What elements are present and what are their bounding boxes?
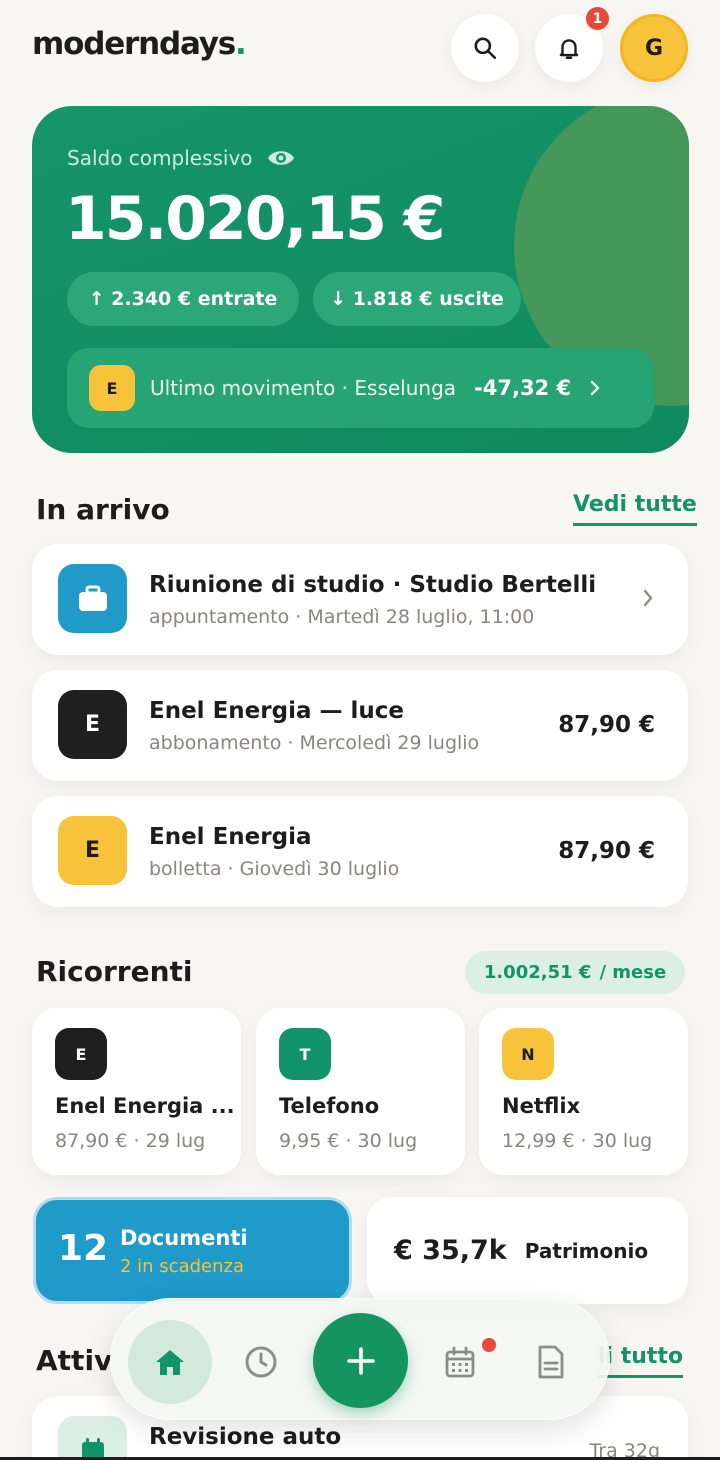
- recurring-card[interactable]: T Telefono 9,95 € · 30 lug: [256, 1008, 465, 1175]
- recurring-card-meta: 9,95 € · 30 lug: [279, 1130, 418, 1152]
- recurring-total-badge[interactable]: 1.002,51 € / mese: [465, 951, 685, 994]
- briefcase-icon: [78, 585, 107, 611]
- nav-history[interactable]: [219, 1320, 303, 1404]
- last-movement-row[interactable]: E Ultimo movimento · Esselunga -47,32 €: [67, 348, 654, 428]
- search-icon: [474, 37, 497, 60]
- networth-tile[interactable]: € 35,7k Patrimonio: [367, 1197, 688, 1304]
- chevron-right-icon: [590, 380, 600, 396]
- upcoming-item[interactable]: E Enel Energia — luce abbonamento · Merc…: [32, 670, 688, 781]
- document-icon: [538, 1345, 564, 1379]
- upcoming-item-subtitle: abbonamento · Mercoledì 29 luglio: [149, 732, 480, 754]
- plus-icon: [346, 1346, 375, 1375]
- last-movement-amount: -47,32 €: [474, 376, 572, 400]
- chevron-right-icon: [643, 589, 653, 607]
- networth-amount: € 35,7k: [394, 1235, 507, 1266]
- upcoming-item-subtitle: appuntamento · Martedì 28 luglio, 11:00: [149, 606, 535, 628]
- bottom-navigation: [110, 1298, 610, 1420]
- calendar-alert-dot: [482, 1338, 496, 1352]
- upcoming-item[interactable]: Riunione di studio · Studio Bertelli app…: [32, 544, 688, 655]
- recurring-card-icon: E: [55, 1028, 107, 1080]
- activity-title: Attiv: [36, 1344, 113, 1377]
- upcoming-item-amount: 87,90 €: [558, 712, 655, 738]
- documents-count: 12: [58, 1228, 109, 1269]
- calendar-icon: [445, 1346, 475, 1378]
- upcoming-item-amount: 87,90 €: [558, 838, 655, 864]
- balance-card: Saldo complessivo 15.020,15 € ↑ 2.340 € …: [32, 106, 689, 453]
- documents-expiring: 2 in scadenza: [120, 1256, 244, 1277]
- home-icon: [156, 1350, 184, 1375]
- balance-amount: 15.020,15 €: [65, 184, 445, 254]
- search-button[interactable]: [451, 14, 519, 82]
- upcoming-title: In arrivo: [36, 493, 170, 526]
- recurring-card[interactable]: N Netflix 12,99 € · 30 lug: [479, 1008, 688, 1175]
- upcoming-item-icon: E: [58, 816, 127, 885]
- nav-documents[interactable]: [509, 1320, 593, 1404]
- nav-add-button[interactable]: [313, 1313, 408, 1408]
- upcoming-item-title: Enel Energia: [149, 824, 312, 850]
- recurring-card-icon: N: [502, 1028, 554, 1080]
- recurring-card[interactable]: E Enel Energia ... 87,90 € · 29 lug: [32, 1008, 241, 1175]
- user-avatar[interactable]: G: [620, 14, 688, 82]
- bell-icon: [559, 39, 579, 59]
- upcoming-item-title: Enel Energia — luce: [149, 698, 404, 724]
- activity-see-all-link[interactable]: li tutto: [598, 1344, 684, 1378]
- last-movement-text: Ultimo movimento · Esselunga: [150, 376, 457, 400]
- recurring-title: Ricorrenti: [36, 955, 193, 988]
- eye-icon[interactable]: [267, 148, 295, 168]
- recurring-card-name: Netflix: [502, 1094, 581, 1118]
- upcoming-item-icon: [58, 564, 127, 633]
- networth-label: Patrimonio: [524, 1238, 649, 1263]
- upcoming-item-title: Riunione di studio · Studio Bertelli: [149, 572, 597, 598]
- recurring-card-meta: 87,90 € · 29 lug: [55, 1130, 206, 1152]
- nav-calendar[interactable]: [418, 1320, 502, 1404]
- notification-badge: 1: [584, 5, 611, 32]
- recurring-card-meta: 12,99 € · 30 lug: [502, 1130, 653, 1152]
- recurring-total-amount: 1.002,51 €: [483, 962, 592, 983]
- merchant-logo: E: [89, 365, 135, 411]
- app-logo: moderndays.: [32, 26, 247, 62]
- upcoming-see-all-link[interactable]: Vedi tutte: [573, 492, 697, 526]
- income-pill[interactable]: ↑ 2.340 € entrate: [67, 272, 299, 326]
- upcoming-item[interactable]: E Enel Energia bolletta · Giovedì 30 lug…: [32, 796, 688, 907]
- balance-label-row: Saldo complessivo: [67, 146, 295, 170]
- app-header: moderndays. 1 G: [0, 0, 720, 100]
- upcoming-item-subtitle: bolletta · Giovedì 30 luglio: [149, 858, 400, 880]
- expenses-pill[interactable]: ↓ 1.818 € uscite: [313, 272, 521, 326]
- documents-title: Documenti: [120, 1226, 248, 1250]
- upcoming-item-icon: E: [58, 690, 127, 759]
- activity-item-title: Revisione auto: [149, 1424, 342, 1450]
- recurring-card-name: Telefono: [279, 1094, 380, 1118]
- activity-item-icon: [58, 1416, 127, 1460]
- recurring-total-unit: / mese: [599, 962, 667, 983]
- recurring-card-name: Enel Energia ...: [55, 1094, 235, 1118]
- nav-home[interactable]: [128, 1320, 212, 1404]
- recurring-card-icon: T: [279, 1028, 331, 1080]
- balance-label: Saldo complessivo: [67, 146, 253, 170]
- documents-tile[interactable]: 12 Documenti 2 in scadenza: [33, 1197, 352, 1304]
- clock-icon: [245, 1346, 277, 1378]
